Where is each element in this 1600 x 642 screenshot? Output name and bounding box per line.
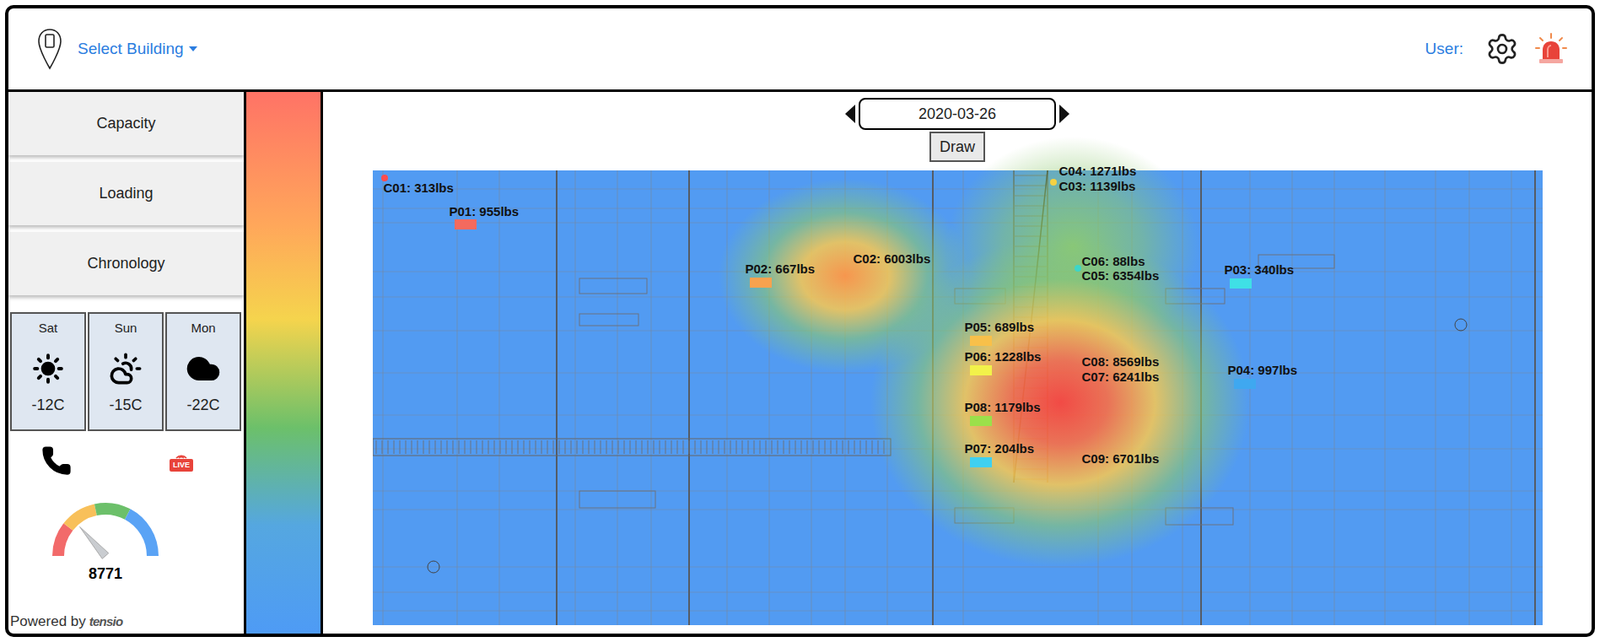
- heat-blob: [870, 237, 1250, 567]
- location-pin-icon: [37, 27, 63, 71]
- sensor-label: C02: 6003lbs: [853, 252, 932, 267]
- date-picker: 2020-03-26: [845, 97, 1070, 130]
- point-sensor-marker[interactable]: [1229, 278, 1252, 289]
- sidebar-item[interactable]: Capacity: [8, 91, 244, 156]
- forecast-card: Mon-22C: [165, 312, 242, 431]
- sidebar-item[interactable]: Chronology: [8, 231, 244, 296]
- column-sensor-dot[interactable]: [381, 174, 388, 182]
- forecast-card: Sun-15C: [87, 312, 164, 431]
- point-sensor-marker[interactable]: [454, 219, 477, 230]
- sensor-label: P08: 1179lbs: [964, 400, 1041, 415]
- sensor-label: P03: 340lbs: [1224, 263, 1295, 278]
- draw-button[interactable]: Draw: [929, 131, 986, 162]
- sensor-label: P05: 689lbs: [964, 320, 1035, 335]
- caret-down-icon: [188, 46, 198, 52]
- signal-icon: [172, 450, 191, 459]
- user-label: User:: [1425, 37, 1464, 62]
- previous-date-icon[interactable]: [845, 104, 856, 124]
- sidebar-item[interactable]: Loading: [8, 161, 244, 226]
- load-gauge: [42, 495, 169, 565]
- gauge-value: 8771: [88, 564, 123, 584]
- body: CapacityLoadingChronology Sat-12CSun-15CM…: [8, 91, 1592, 634]
- point-sensor-marker[interactable]: [969, 365, 992, 376]
- heat-map: C01: 313lbsP01: 955lbsC04: 1271lbsC03: 1…: [372, 170, 1543, 625]
- sensor-label: C01: 313lbs: [383, 181, 454, 196]
- forecast-card: Sat-12C: [10, 312, 87, 431]
- sidebar: CapacityLoadingChronology Sat-12CSun-15CM…: [8, 91, 247, 634]
- column-sensor-dot[interactable]: [1050, 178, 1057, 186]
- app-frame: Select Building User: CapacityLoadingChron…: [5, 5, 1595, 637]
- next-date-icon[interactable]: [1059, 104, 1070, 124]
- sensor-label: P01: 955lbs: [449, 204, 520, 220]
- sensor-label: P07: 204lbs: [964, 441, 1035, 457]
- contact-row: LIVE: [8, 444, 244, 477]
- point-sensor-marker[interactable]: [969, 335, 992, 346]
- sensor-label: C06: 88lbs: [1082, 254, 1146, 270]
- gear-icon[interactable]: [1485, 32, 1520, 66]
- heat-legend: [246, 91, 324, 634]
- sensor-label: C09: 6701lbs: [1082, 452, 1160, 467]
- main-panel: 2020-03-26Draw C01: 313lbs P01: 955lbs C04:…: [323, 91, 1592, 634]
- siren-icon[interactable]: [1534, 32, 1568, 66]
- building-select[interactable]: Select Building: [77, 37, 198, 62]
- app: Select Building User: CapacityLoadingChron…: [0, 0, 1600, 642]
- tensio-logo: tensio: [89, 612, 124, 632]
- sensor-label: P02: 667lbs: [745, 262, 816, 277]
- sensor-label: C04: 1271lbs: [1059, 164, 1137, 179]
- sensor-label: C05: 6354lbs: [1082, 269, 1160, 284]
- date-field[interactable]: 2020-03-26: [858, 97, 1056, 130]
- sensor-label: C07: 6241lbs: [1082, 370, 1160, 385]
- sensor-label: C03: 1139lbs: [1059, 179, 1137, 194]
- column-sensor-dot[interactable]: [1074, 264, 1082, 272]
- live-badge[interactable]: LIVE: [169, 450, 194, 472]
- point-sensor-marker[interactable]: [1233, 378, 1256, 389]
- sensor-label: P06: 1228lbs: [964, 350, 1042, 365]
- sensor-label: C08: 8569lbs: [1082, 355, 1160, 370]
- powered-by: Powered bytensio: [8, 610, 244, 635]
- weather-forecast: Sat-12CSun-15CMon-22C: [8, 312, 244, 431]
- gauge-panel: 8771: [21, 495, 190, 584]
- cloud-icon: [185, 350, 221, 387]
- sun-icon: [32, 352, 65, 385]
- header: Select Building User:: [8, 8, 1592, 92]
- sensor-label: P04: 997lbs: [1228, 363, 1299, 378]
- partly-cloudy-icon: [108, 351, 143, 386]
- point-sensor-marker[interactable]: [749, 277, 772, 288]
- point-sensor-marker[interactable]: [969, 457, 992, 468]
- point-sensor-marker[interactable]: [969, 415, 992, 426]
- phone-icon[interactable]: [40, 444, 73, 477]
